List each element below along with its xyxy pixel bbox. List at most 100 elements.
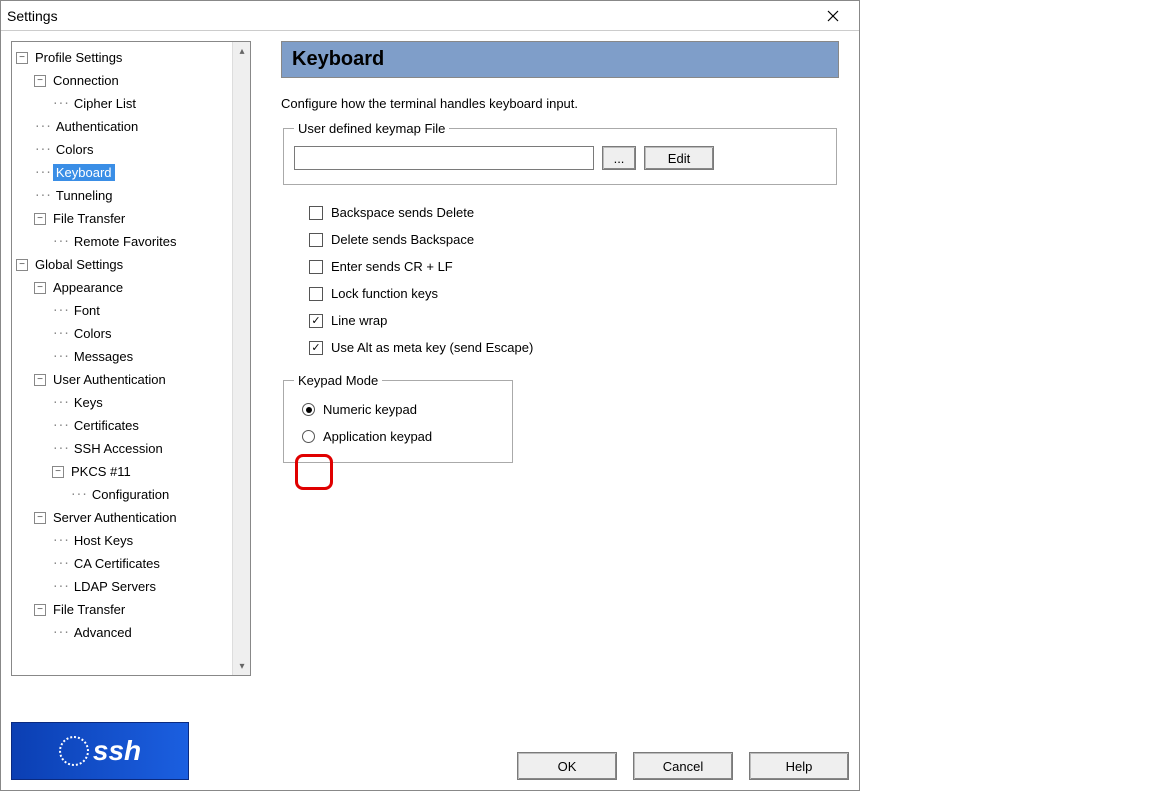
tree-leaf-icon: ··· xyxy=(52,97,69,110)
keymap-group-label: User defined keymap File xyxy=(294,121,449,136)
tree-leaf-icon: ··· xyxy=(52,419,69,432)
collapse-icon[interactable]: − xyxy=(34,282,46,294)
tree-leaf-icon: ··· xyxy=(52,350,69,363)
keypad-group-label: Keypad Mode xyxy=(294,373,382,388)
checkbox-label: Use Alt as meta key (send Escape) xyxy=(331,340,533,355)
checkbox-icon xyxy=(309,233,323,247)
keymap-group: User defined keymap File ... Edit xyxy=(283,121,837,185)
checkbox-label: Line wrap xyxy=(331,313,387,328)
radio-label: Application keypad xyxy=(323,429,432,444)
tree-leaf-icon: ··· xyxy=(34,143,51,156)
tree-certificates[interactable]: ···Certificates xyxy=(52,414,230,437)
checkbox-label: Lock function keys xyxy=(331,286,438,301)
collapse-icon[interactable]: − xyxy=(16,52,28,64)
cancel-button[interactable]: Cancel xyxy=(633,752,733,780)
checkbox-enter-sends-crlf[interactable]: Enter sends CR + LF xyxy=(309,259,839,274)
tree-pkcs11[interactable]: − PKCS #11 xyxy=(52,460,230,483)
radio-numeric-keypad[interactable]: Numeric keypad xyxy=(302,402,498,417)
checkbox-label: Delete sends Backspace xyxy=(331,232,474,247)
close-button[interactable] xyxy=(813,2,853,30)
checkbox-line-wrap[interactable]: Line wrap xyxy=(309,313,839,328)
tree-host-keys[interactable]: ···Host Keys xyxy=(52,529,230,552)
checkbox-label: Backspace sends Delete xyxy=(331,205,474,220)
tree-configuration[interactable]: ···Configuration xyxy=(70,483,230,506)
tree-tunneling[interactable]: ···Tunneling xyxy=(34,184,230,207)
logo-text: ssh xyxy=(93,735,141,767)
browse-button[interactable]: ... xyxy=(602,146,636,170)
help-button[interactable]: Help xyxy=(749,752,849,780)
collapse-icon[interactable]: − xyxy=(16,259,28,271)
tree-keyboard[interactable]: ···Keyboard xyxy=(34,161,230,184)
checkbox-label: Enter sends CR + LF xyxy=(331,259,453,274)
collapse-icon[interactable]: − xyxy=(34,374,46,386)
pane-header: Keyboard xyxy=(281,41,839,78)
scroll-down-icon[interactable]: ▾ xyxy=(233,657,251,675)
tree-ca-certificates[interactable]: ···CA Certificates xyxy=(52,552,230,575)
tree-colors[interactable]: ···Colors xyxy=(34,138,230,161)
checkbox-delete-sends-backspace[interactable]: Delete sends Backspace xyxy=(309,232,839,247)
tree-leaf-icon: ··· xyxy=(52,235,69,248)
settings-window: Settings − Profile Settings xyxy=(0,0,860,791)
settings-pane: Keyboard Configure how the terminal hand… xyxy=(251,41,849,701)
dialog-footer: ssh OK Cancel Help xyxy=(11,752,849,780)
checkbox-icon xyxy=(309,287,323,301)
tree-user-authentication[interactable]: − User Authentication xyxy=(34,368,230,391)
keymap-file-input[interactable] xyxy=(294,146,594,170)
tree-leaf-icon: ··· xyxy=(52,557,69,570)
tree-authentication[interactable]: ···Authentication xyxy=(34,115,230,138)
collapse-icon[interactable]: − xyxy=(34,512,46,524)
ssh-logo: ssh xyxy=(11,722,189,780)
checkbox-icon xyxy=(309,341,323,355)
checkbox-lock-function-keys[interactable]: Lock function keys xyxy=(309,286,839,301)
tree-leaf-icon: ··· xyxy=(52,327,69,340)
tree-remote-favorites[interactable]: ···Remote Favorites xyxy=(52,230,230,253)
checkbox-alt-meta[interactable]: Use Alt as meta key (send Escape) xyxy=(309,340,839,355)
tree-leaf-icon: ··· xyxy=(70,488,87,501)
window-title: Settings xyxy=(7,8,813,24)
checkbox-icon xyxy=(309,260,323,274)
tree-leaf-icon: ··· xyxy=(34,189,51,202)
tree-file-transfer[interactable]: − File Transfer xyxy=(34,207,230,230)
tree-scrollbar[interactable]: ▴ ▾ xyxy=(232,42,250,675)
tree-font[interactable]: ···Font xyxy=(52,299,230,322)
logo-dots-icon xyxy=(59,736,89,766)
tree-leaf-icon: ··· xyxy=(52,534,69,547)
collapse-icon[interactable]: − xyxy=(52,466,64,478)
tree-leaf-icon: ··· xyxy=(52,442,69,455)
titlebar: Settings xyxy=(1,1,859,31)
radio-icon xyxy=(302,430,315,443)
keyboard-options: Backspace sends Delete Delete sends Back… xyxy=(309,205,839,355)
scroll-up-icon[interactable]: ▴ xyxy=(233,42,251,60)
tree-server-authentication[interactable]: − Server Authentication xyxy=(34,506,230,529)
collapse-icon[interactable]: − xyxy=(34,75,46,87)
tree-messages[interactable]: ···Messages xyxy=(52,345,230,368)
tree-advanced[interactable]: ···Advanced xyxy=(52,621,230,644)
settings-tree: − Profile Settings − Connection xyxy=(11,41,251,676)
tree-leaf-icon: ··· xyxy=(52,304,69,317)
tree-leaf-icon: ··· xyxy=(34,120,51,133)
tree-keys[interactable]: ···Keys xyxy=(52,391,230,414)
tree-appearance[interactable]: − Appearance xyxy=(34,276,230,299)
tree-ldap-servers[interactable]: ···LDAP Servers xyxy=(52,575,230,598)
tree-global-colors[interactable]: ···Colors xyxy=(52,322,230,345)
radio-label: Numeric keypad xyxy=(323,402,417,417)
pane-description: Configure how the terminal handles keybo… xyxy=(281,96,839,111)
tree-global-file-transfer[interactable]: − File Transfer xyxy=(34,598,230,621)
checkbox-icon xyxy=(309,314,323,328)
tree-profile-settings[interactable]: − Profile Settings xyxy=(16,46,230,69)
radio-application-keypad[interactable]: Application keypad xyxy=(302,429,498,444)
tree-global-settings[interactable]: − Global Settings xyxy=(16,253,230,276)
tree-ssh-accession[interactable]: ···SSH Accession xyxy=(52,437,230,460)
edit-button[interactable]: Edit xyxy=(644,146,714,170)
tree-leaf-icon: ··· xyxy=(52,396,69,409)
checkbox-backspace-sends-delete[interactable]: Backspace sends Delete xyxy=(309,205,839,220)
collapse-icon[interactable]: − xyxy=(34,213,46,225)
ok-button[interactable]: OK xyxy=(517,752,617,780)
radio-icon xyxy=(302,403,315,416)
tree-leaf-icon: ··· xyxy=(52,626,69,639)
checkbox-icon xyxy=(309,206,323,220)
tree-cipher-list[interactable]: ···Cipher List xyxy=(52,92,230,115)
collapse-icon[interactable]: − xyxy=(34,604,46,616)
tree-connection[interactable]: − Connection xyxy=(34,69,230,92)
close-icon xyxy=(827,10,839,22)
